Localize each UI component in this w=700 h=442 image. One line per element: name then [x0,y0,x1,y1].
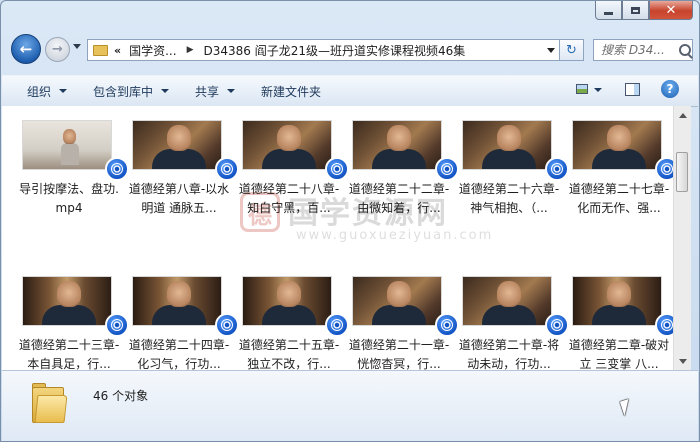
file-name: 道德经第二十八章-知白守黑，百... [238,182,340,215]
media-player-icon [545,313,569,337]
search-box[interactable] [593,39,693,61]
address-bar[interactable]: « 国学资... ▶ D34386 阎子龙21级—班丹道实修课程视频46集 [87,39,560,61]
file-name: 道德经第二十六章-神气相抱、（... [458,182,560,215]
media-player-icon [325,313,349,337]
file-name: 道德经第八章-以水明道 通脉五... [128,182,230,215]
file-name: 道德经第二十四章-化习气，行功... [128,338,230,370]
video-thumbnail [352,120,442,170]
view-icon [576,84,588,94]
scroll-thumb[interactable] [676,152,688,192]
video-thumbnail [462,120,552,170]
video-thumbnail [22,120,112,170]
minimize-button[interactable] [595,1,622,20]
help-button[interactable]: ? [661,80,679,98]
scroll-down-button[interactable] [675,353,690,369]
video-thumbnail [22,276,112,326]
chevron-down-icon [546,47,555,53]
folder-icon [30,381,68,425]
chevron-up-icon [678,112,687,118]
address-dropdown-button[interactable] [542,40,559,60]
change-view-button[interactable] [573,82,591,96]
file-name: 道德经第二十章-将动未动，行功... [458,338,560,370]
file-name: 道德经第二十五章-独立不改，行... [238,338,340,370]
preview-pane-icon [624,82,640,96]
file-list: 德 国学资源网 www.guoxueziyuan.com 导引按摩法、盘功.mp… [2,106,673,370]
item-count: 46 个对象 [93,389,149,403]
refresh-icon: ↻ [566,42,577,58]
file-name: 导引按摩法、盘功.mp4 [19,182,119,215]
file-name: 道德经第二章-破对立 三变掌 八... [568,338,670,370]
video-thumbnail [352,276,442,326]
recent-pages-dropdown-icon[interactable] [73,44,81,49]
media-player-icon [215,313,239,337]
chevron-down-icon [678,358,687,364]
back-arrow-icon: ← [19,40,33,58]
media-player-icon [435,157,459,181]
media-player-icon [545,157,569,181]
video-thumbnail [572,276,662,326]
share-menu[interactable]: 共享 [182,83,248,100]
include-in-library-label: 包含到库中 [93,84,154,99]
scroll-up-button[interactable] [675,107,690,123]
command-bar: 组织 包含到库中 共享 新建文件夹 ? [2,75,698,107]
breadcrumb-arrow-icon[interactable]: ▶ [181,45,200,55]
view-dropdown-icon[interactable] [594,88,602,92]
video-thumbnail [572,120,662,170]
chevron-down-icon [227,89,236,93]
media-player-icon [105,157,129,181]
file-name: 道德经第二十三章-本自具足，行... [18,338,120,370]
minimize-icon [604,11,613,15]
file-name: 道德经第二十一章-恍惚杳冥，行... [348,338,450,370]
organize-menu[interactable]: 组织 [2,83,80,100]
include-in-library-menu[interactable]: 包含到库中 [80,83,182,100]
video-thumbnail [462,276,552,326]
watermark-url: www.guoxueziyuan.com [296,228,494,243]
chevron-down-icon [161,89,170,93]
breadcrumb-current[interactable]: D34386 阎子龙21级—班丹道实修课程视频46集 [199,42,469,59]
search-input[interactable] [599,42,677,58]
explorer-window: ✕ ← → « 国学资... ▶ D34386 阎子龙21级—班丹道实修课程视频… [0,0,700,442]
new-folder-button[interactable]: 新建文件夹 [248,83,334,100]
file-name: 道德经第二十七章-化而无作、强... [568,182,670,215]
chevron-down-icon [59,89,68,93]
refresh-button[interactable]: ↻ [560,39,584,61]
breadcrumb-segment[interactable]: 国学资... [125,42,180,59]
forward-arrow-icon: → [52,42,63,57]
maximize-icon [631,6,640,14]
organize-label: 组织 [27,84,52,99]
back-button[interactable]: ← [11,34,41,64]
share-label: 共享 [195,84,220,99]
details-pane: 46 个对象 [2,370,698,441]
new-folder-label: 新建文件夹 [261,84,322,99]
mouse-cursor-icon [619,398,634,417]
media-player-icon [435,313,459,337]
video-thumbnail [242,120,332,170]
folder-icon [93,44,108,56]
file-name: 道德经第二十二章-由微知着，行... [348,182,450,215]
video-thumbnail [132,276,222,326]
video-thumbnail [242,276,332,326]
media-player-icon [655,313,673,337]
maximize-button[interactable] [622,1,649,20]
close-icon: ✕ [665,2,677,18]
vertical-scrollbar[interactable] [673,106,691,370]
media-player-icon [105,313,129,337]
forward-button[interactable]: → [45,37,70,62]
navigation-bar: ← → « 国学资... ▶ D34386 阎子龙21级—班丹道实修课程视频46… [9,33,693,67]
address-overflow-chevron[interactable]: « [112,44,125,57]
video-thumbnail [132,120,222,170]
media-player-icon [215,157,239,181]
media-player-icon [655,157,673,181]
close-button[interactable]: ✕ [649,1,693,20]
media-player-icon [325,157,349,181]
search-icon[interactable] [679,44,691,56]
preview-pane-button[interactable] [623,81,641,97]
help-icon: ? [666,82,674,96]
caption-buttons: ✕ [595,1,693,20]
